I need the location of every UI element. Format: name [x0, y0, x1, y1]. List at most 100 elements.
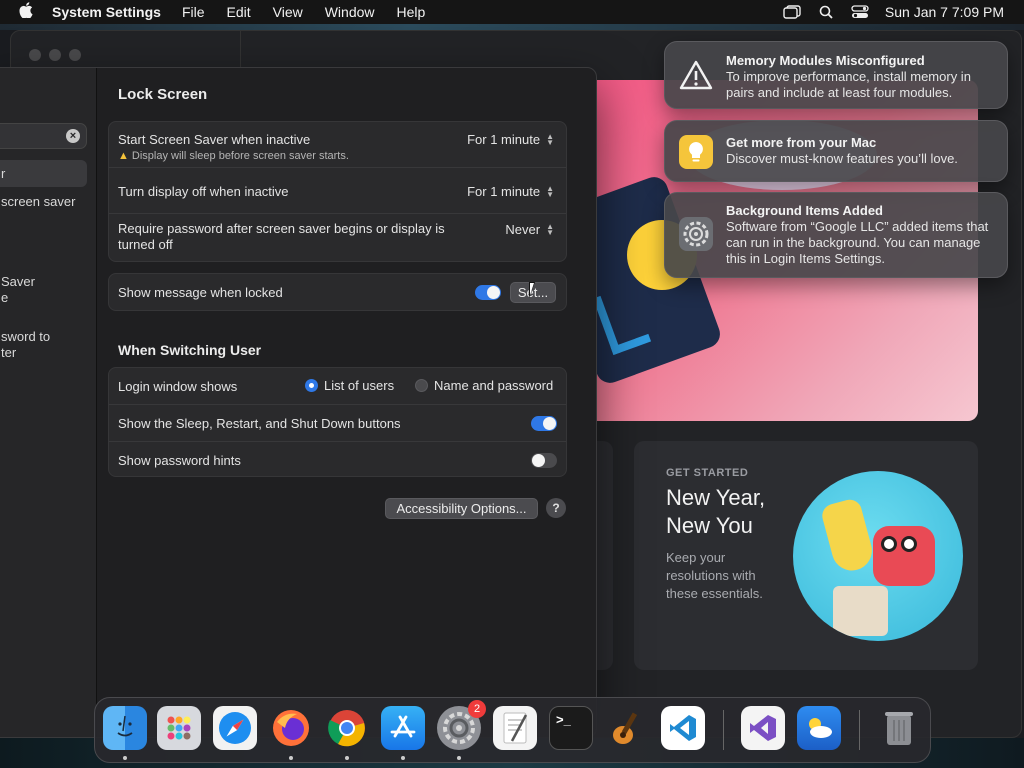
chrome-icon[interactable]	[325, 706, 369, 750]
menu-window[interactable]: Window	[314, 4, 386, 20]
control-center-icon[interactable]	[843, 5, 877, 19]
weather-icon[interactable]	[797, 706, 841, 750]
notification-memory[interactable]: Memory Modules Misconfigured To improve …	[664, 41, 1008, 109]
screen-saver-popup[interactable]: For 1 minute ▲ ▼	[467, 132, 554, 147]
sidebar-item-label: ter	[1, 345, 17, 360]
sidebar-search-input[interactable]: ×	[0, 123, 87, 149]
gear-icon	[679, 217, 713, 251]
titlebar-divider	[240, 31, 241, 69]
menu-edit[interactable]: Edit	[216, 4, 262, 20]
finder-icon[interactable]	[103, 706, 147, 750]
close-window-icon[interactable]	[29, 49, 41, 61]
terminal-icon[interactable]: >_	[549, 706, 593, 750]
story-card-partial[interactable]	[597, 441, 613, 670]
running-indicator	[289, 756, 293, 760]
system-settings-icon[interactable]: 2	[437, 700, 486, 750]
menu-clock[interactable]: Sun Jan 7 7:09 PM	[877, 4, 1004, 20]
notification-badge: 2	[468, 700, 486, 718]
radio-name-and-password-label: Name and password	[434, 378, 554, 393]
warning-icon	[679, 58, 713, 92]
sleep-buttons-toggle[interactable]	[531, 416, 557, 431]
menu-file[interactable]: File	[171, 4, 216, 20]
zoom-window-icon[interactable]	[69, 49, 81, 61]
warning-icon: ▲	[118, 150, 129, 162]
display-off-row: Turn display off when inactive For 1 min…	[109, 168, 566, 214]
screen-saver-value: For 1 minute	[467, 132, 541, 147]
notification-title: Memory Modules Misconfigured	[726, 53, 925, 68]
vscode-icon[interactable]	[661, 706, 705, 750]
minimize-window-icon[interactable]	[49, 49, 61, 61]
popup-arrows-icon: ▲ ▼	[546, 131, 554, 147]
dock-separator	[723, 710, 724, 750]
sidebar-item-label: r	[1, 166, 6, 181]
login-window-row: Login window shows List of users Name an…	[109, 368, 566, 405]
require-password-label-line2: turned off	[118, 237, 173, 252]
popup-arrows-icon: ▲ ▼	[546, 183, 554, 199]
display-off-value: For 1 minute	[467, 184, 541, 199]
visual-studio-icon[interactable]	[741, 706, 785, 750]
mouse-pointer	[529, 282, 541, 298]
spotlight-search-icon[interactable]	[809, 5, 843, 19]
apple-menu-icon[interactable]	[0, 2, 52, 22]
help-button[interactable]: ?	[546, 498, 566, 518]
safari-icon[interactable]	[213, 706, 257, 750]
radio-unselected-icon	[415, 379, 428, 392]
clear-search-icon[interactable]: ×	[66, 129, 80, 143]
login-window-label: Login window shows	[118, 379, 238, 394]
garageband-icon[interactable]	[605, 706, 649, 750]
screen-saver-warning-text: Display will sleep before screen saver s…	[131, 150, 349, 162]
notification-tips[interactable]: Get more from your Mac Discover must-kno…	[664, 120, 1008, 182]
show-message-label: Show message when locked	[118, 285, 283, 300]
textedit-icon[interactable]	[493, 706, 537, 750]
stage-manager-icon[interactable]	[775, 5, 809, 19]
password-hints-toggle[interactable]	[531, 453, 557, 468]
trash-icon[interactable]	[877, 706, 921, 750]
radio-list-of-users[interactable]: List of users	[305, 378, 394, 393]
dock-separator	[859, 710, 860, 750]
running-indicator	[123, 756, 127, 760]
tips-icon	[679, 135, 713, 169]
robot-eye	[901, 536, 917, 552]
screen-saver-warning: ▲ Display will sleep before screen saver …	[118, 150, 349, 162]
require-password-popup[interactable]: Never ▲ ▼	[505, 222, 554, 237]
robot-eye	[881, 536, 897, 552]
sidebar-item-label[interactable]: Saver	[1, 274, 35, 290]
bag-art	[833, 586, 888, 636]
show-message-group: Show message when locked Set...	[108, 273, 567, 311]
require-password-label: Require password after screen saver begi…	[118, 221, 445, 253]
notification-body: Software from “Google LLC” added items t…	[726, 219, 989, 266]
saxophone-art	[819, 497, 877, 575]
switching-user-group: Login window shows List of users Name an…	[108, 367, 567, 477]
require-password-value: Never	[505, 222, 541, 237]
page-title: Lock Screen	[118, 86, 208, 103]
system-settings-window: × r screen saver Saver e sword to ter Lo…	[0, 67, 597, 738]
sidebar-item-selected[interactable]: r	[0, 160, 87, 187]
settings-sidebar: × r screen saver Saver e sword to ter	[0, 68, 97, 737]
app-store-icon[interactable]	[381, 706, 425, 750]
sidebar-item-label: e	[1, 290, 9, 305]
menu-view[interactable]: View	[262, 4, 314, 20]
notification-background-items[interactable]: Background Items Added Software from “Go…	[664, 192, 1008, 278]
sidebar-item-label[interactable]: screen saver	[1, 194, 75, 210]
promo-illustration	[793, 471, 963, 641]
popup-arrows-icon: ▲ ▼	[546, 221, 554, 237]
promo-card[interactable]: GET STARTED New Year, New You Keep your …	[634, 441, 978, 670]
firefox-icon[interactable]	[269, 706, 313, 750]
sleep-buttons-label: Show the Sleep, Restart, and Shut Down b…	[118, 416, 401, 431]
radio-name-and-password[interactable]: Name and password	[415, 378, 553, 393]
menu-app-name[interactable]: System Settings	[52, 4, 171, 20]
accessibility-options-button[interactable]: Accessibility Options...	[385, 498, 538, 519]
password-hints-row: Show password hints	[109, 442, 566, 478]
password-hints-label: Show password hints	[118, 453, 241, 468]
notification-title: Get more from your Mac	[726, 135, 877, 150]
launchpad-icon[interactable]	[157, 706, 201, 750]
sidebar-item-label[interactable]: sword to	[1, 329, 50, 345]
menu-help[interactable]: Help	[386, 4, 437, 20]
require-password-label-line1: Require password after screen saver begi…	[118, 221, 445, 236]
notification-title: Background Items Added	[726, 203, 883, 218]
notification-body: Discover must-know features you’ll love.	[726, 151, 958, 166]
show-message-toggle[interactable]	[475, 285, 501, 300]
display-off-popup[interactable]: For 1 minute ▲ ▼	[467, 184, 554, 199]
screen-saver-label: Start Screen Saver when inactive	[118, 132, 311, 147]
notification-body: To improve performance, install memory i…	[726, 69, 971, 100]
